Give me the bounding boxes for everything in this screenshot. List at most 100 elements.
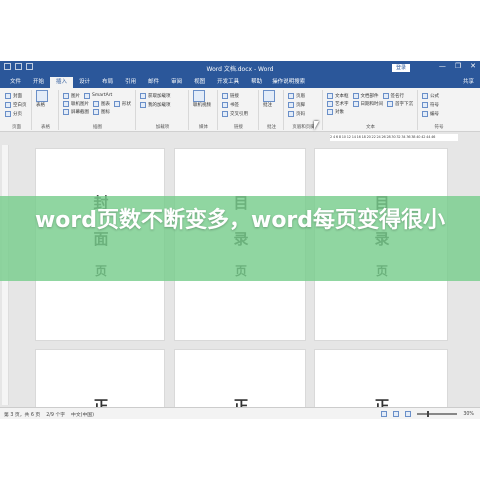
tab-design[interactable]: 设计	[73, 77, 96, 88]
ribbon-group-pages: 封面 空白页 分页 页面	[2, 90, 32, 130]
table-button[interactable]	[36, 89, 55, 102]
zoom-slider[interactable]	[417, 411, 458, 417]
footer-button[interactable]: 页脚	[288, 101, 319, 108]
ribbon-group-label: 文本	[366, 125, 375, 130]
shapes-button[interactable]: 形状	[114, 100, 131, 107]
signature-line-button[interactable]: 签名行	[382, 92, 404, 99]
my-addins-button[interactable]: 我的加载项	[140, 101, 185, 108]
login-button[interactable]: 登录	[391, 64, 410, 72]
online-pictures-button[interactable]: 联机图片	[63, 100, 89, 107]
banner-title: word页数不断变多，word每页变得很小	[34, 208, 446, 233]
online-video-button[interactable]	[193, 89, 214, 102]
ribbon-group-label: 表格	[41, 125, 50, 130]
drop-cap-button[interactable]: 首字下沉	[387, 100, 413, 107]
title-banner: word页数不断变多，word每页变得很小	[0, 196, 480, 281]
icons-button[interactable]: 图标	[93, 108, 110, 115]
page-body-3[interactable]: 正	[314, 349, 448, 407]
header-icon	[288, 92, 294, 99]
quick-parts-button[interactable]: 文档部件	[352, 92, 379, 99]
ribbon-group-symbols: 公式 符号 编号 符号	[419, 90, 459, 130]
language-status[interactable]: 中文(中国)	[71, 411, 94, 418]
drop-cap-icon	[387, 100, 393, 107]
wordart-button[interactable]: 艺术字	[327, 100, 349, 107]
pi-icon	[422, 92, 428, 99]
zoom-level[interactable]: 30%	[463, 412, 474, 417]
tab-insert[interactable]: 插入	[50, 77, 74, 88]
page-body-2[interactable]: 正	[174, 349, 306, 407]
equation-button[interactable]: 公式	[422, 92, 456, 99]
zoom-slider-thumb[interactable]	[427, 411, 430, 417]
maximize-button[interactable]: ❐	[455, 62, 461, 70]
tab-home[interactable]: 开始	[27, 77, 50, 88]
bookmark-icon	[222, 101, 228, 108]
tell-me-search[interactable]: 操作说明搜索	[272, 77, 305, 88]
close-button[interactable]: ✕	[470, 62, 476, 70]
table-icon	[36, 89, 48, 102]
ribbon-insert: 封面 空白页 分页 页面 表格 表格 图片 SmartArt 联机图片 图表 形…	[0, 88, 480, 132]
page-count-status[interactable]: 第 3 页，共 6 页	[4, 411, 40, 418]
tab-mailings[interactable]: 邮件	[142, 77, 165, 88]
icons-icon	[93, 108, 99, 115]
screenshot-button[interactable]: 屏幕截图	[63, 108, 89, 115]
quick-parts-icon	[352, 92, 359, 99]
page-number-button[interactable]: 页码	[288, 110, 319, 117]
tab-developer[interactable]: 开发工具	[211, 77, 245, 88]
smartart-icon	[84, 92, 90, 99]
cover-page-icon	[5, 92, 11, 99]
video-icon	[193, 89, 205, 102]
share-button[interactable]: 共享	[463, 77, 474, 85]
symbol-button[interactable]: 符号	[422, 101, 456, 108]
ribbon-group-media: 联机视频 媒体	[190, 89, 218, 130]
tab-references[interactable]: 引用	[119, 77, 142, 88]
link-button[interactable]: 链接	[222, 92, 255, 99]
tab-review[interactable]: 审阅	[165, 77, 188, 88]
blank-page-button[interactable]: 空白页	[5, 101, 28, 108]
word-count-status[interactable]: 2/9 个字	[46, 411, 65, 418]
web-layout-icon[interactable]	[405, 411, 412, 417]
tab-view[interactable]: 视图	[188, 77, 211, 88]
ribbon-group-illustrations: 图片 SmartArt 联机图片 图表 形状 屏幕截图 图标 插图	[60, 90, 136, 130]
tab-help[interactable]: 帮助	[245, 77, 268, 88]
chart-icon	[93, 100, 99, 107]
picture-icon	[63, 92, 69, 99]
smartart-button[interactable]: SmartArt	[84, 92, 112, 99]
ribbon-group-text: 文本框 文档部件 签名行 艺术字 日期和时间 首字下沉 对象 文本	[324, 90, 418, 130]
tab-file[interactable]: 文件	[4, 77, 27, 88]
object-button[interactable]: 对象	[327, 108, 344, 115]
cross-reference-icon	[222, 110, 228, 117]
number-icon	[422, 110, 428, 117]
header-button[interactable]: 页眉	[288, 92, 319, 99]
object-icon	[327, 108, 333, 115]
ribbon-group-comments: 批注 批注	[260, 89, 284, 130]
page-break-button[interactable]: 分页	[5, 110, 28, 117]
date-time-button[interactable]: 日期和时间	[352, 100, 383, 107]
pictures-button[interactable]: 图片	[63, 92, 80, 99]
bookmark-button[interactable]: 书签	[222, 101, 255, 108]
status-bar: 第 3 页，共 6 页 2/9 个字 中文(中国) 30%	[0, 407, 480, 419]
cross-reference-button[interactable]: 交叉引用	[222, 110, 255, 117]
horizontal-ruler[interactable]: 2 4 6 8 10 12 14 16 18 20 22 24 26 28 30…	[330, 134, 458, 141]
comment-button[interactable]	[263, 89, 280, 102]
print-layout-icon[interactable]	[393, 411, 400, 417]
online-picture-icon	[63, 100, 69, 107]
page-break-icon	[5, 110, 11, 117]
text-box-button[interactable]: 文本框	[327, 92, 349, 99]
get-addins-button[interactable]: 获取加载项	[140, 92, 185, 99]
chart-button[interactable]: 图表	[93, 100, 110, 107]
minimize-button[interactable]: —	[439, 62, 446, 70]
ribbon-group-label: 插图	[93, 125, 102, 130]
signature-icon	[382, 92, 389, 99]
tab-layout[interactable]: 布局	[96, 77, 119, 88]
page-body-1[interactable]: 正	[35, 349, 165, 407]
window-controls: — ❐ ✕	[439, 62, 476, 70]
number-button[interactable]: 编号	[422, 110, 456, 117]
table-label: 表格	[36, 102, 45, 108]
page-char: 正	[233, 397, 249, 407]
calendar-icon	[352, 100, 359, 107]
omega-icon	[422, 101, 428, 108]
read-mode-icon[interactable]	[381, 411, 388, 417]
screenshot-icon	[63, 108, 69, 115]
wordart-icon	[327, 100, 333, 107]
cover-page-button[interactable]: 封面	[5, 92, 28, 99]
blank-page-icon	[5, 101, 11, 108]
